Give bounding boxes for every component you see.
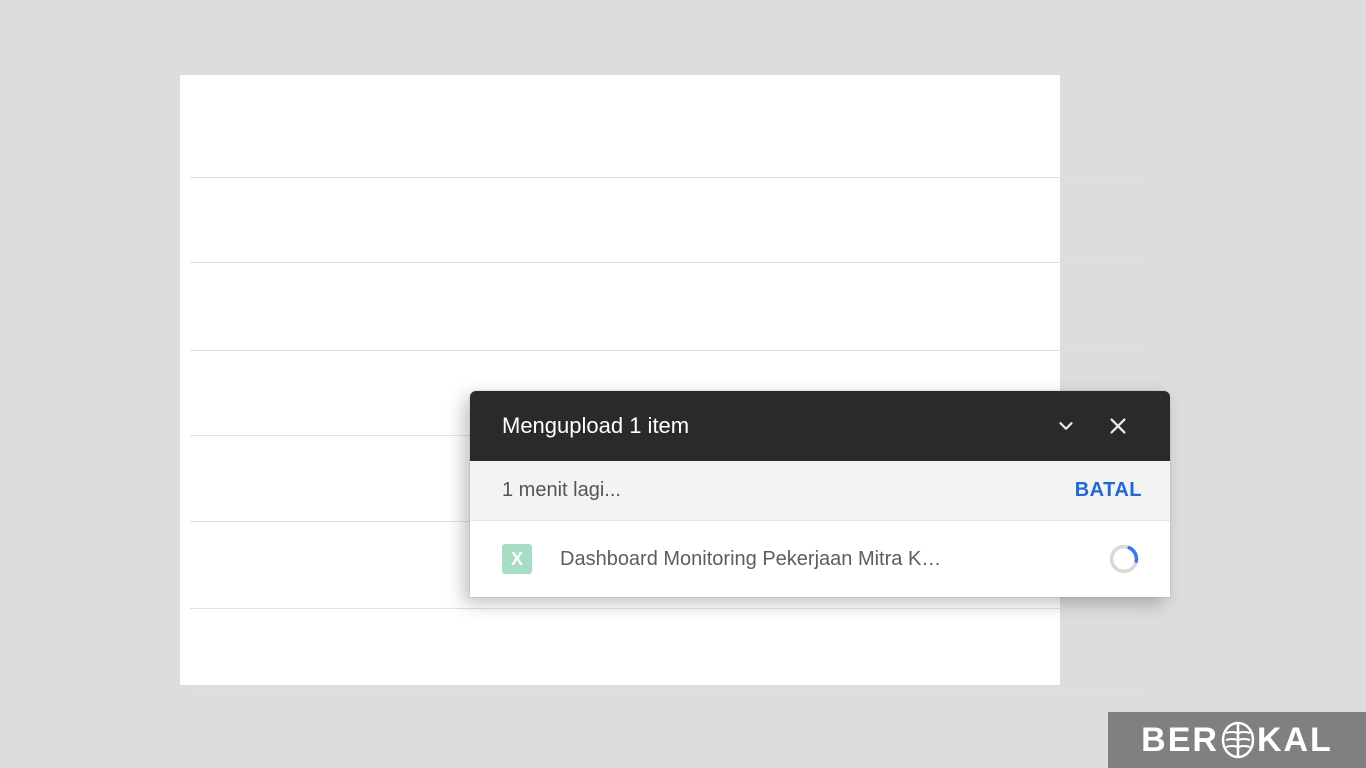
row-divider [190,177,1140,178]
brain-icon [1221,721,1255,759]
upload-progress-spinner [1108,543,1140,575]
watermark-badge: BER KAL [1108,712,1366,768]
chevron-down-icon [1055,415,1077,437]
close-button[interactable] [1096,404,1140,448]
row-divider [190,350,1140,351]
watermark-text-post: KAL [1257,721,1333,760]
upload-status-bar: 1 menit lagi... BATAL [470,461,1170,521]
row-divider [190,262,1140,263]
cancel-upload-button[interactable]: BATAL [1075,479,1142,502]
watermark-text-pre: BER [1141,721,1219,760]
close-icon [1107,415,1129,437]
upload-popup-title: Mengupload 1 item [502,413,1036,439]
upload-popup-header: Mengupload 1 item [470,391,1170,461]
upload-file-name: Dashboard Monitoring Pekerjaan Mitra K… [560,548,1108,571]
row-divider [190,695,1140,696]
row-divider [190,608,1140,609]
collapse-button[interactable] [1044,404,1088,448]
upload-time-remaining: 1 menit lagi... [502,479,1075,502]
upload-progress-popup: Mengupload 1 item 1 menit lagi... BATAL … [470,391,1170,597]
excel-file-icon: X [502,544,532,574]
upload-file-row: X Dashboard Monitoring Pekerjaan Mitra K… [470,521,1170,597]
